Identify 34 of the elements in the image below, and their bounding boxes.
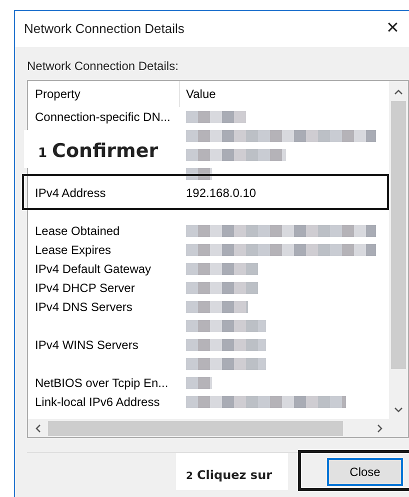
blurred-value (186, 282, 258, 294)
chevron-down-icon[interactable] (394, 407, 403, 413)
chevron-right-icon[interactable] (377, 424, 383, 432)
property-name: IPv4 DNS Servers (35, 300, 132, 314)
property-name: Lease Obtained (35, 224, 120, 238)
property-name: Lease Expires (35, 242, 112, 256)
property-name: IPv4 DHCP Server (35, 280, 135, 294)
property-name: IPv4 Address (35, 186, 106, 200)
horizontal-scrollbar[interactable] (28, 419, 408, 437)
scrollbar-thumb[interactable] (48, 420, 343, 436)
property-name: IPv4 Default Gateway (35, 262, 152, 276)
property-value: 192.168.0.10 (186, 186, 256, 200)
chevron-up-icon[interactable] (394, 89, 403, 95)
step-number: 2 (186, 470, 193, 484)
close-button[interactable]: Close (327, 458, 403, 486)
vertical-scrollbar[interactable] (389, 81, 408, 419)
property-name: Connection-specific DN... (35, 110, 170, 124)
chevron-left-icon[interactable] (35, 424, 41, 432)
callout-text: Cliquez sur (196, 467, 272, 484)
column-header[interactable]: Value (180, 81, 389, 107)
callout-text: Confirmer (52, 138, 158, 164)
blurred-value (186, 376, 212, 388)
property-name: Link-local IPv6 Address (35, 394, 160, 408)
details-label: Network Connection Details: (27, 59, 178, 73)
blurred-value (186, 110, 246, 122)
column-header[interactable]: Property (28, 81, 180, 107)
close-button[interactable]: ✕ (386, 21, 399, 37)
blurred-value (186, 262, 258, 274)
property-name: NetBIOS over Tcpip En... (35, 376, 168, 390)
scrollbar-thumb[interactable] (391, 101, 406, 369)
property-name: IPv4 WINS Servers (35, 338, 138, 352)
step-number: 1 (38, 144, 48, 162)
blurred-value (186, 300, 248, 312)
window-title: Network Connection Details (24, 20, 184, 38)
